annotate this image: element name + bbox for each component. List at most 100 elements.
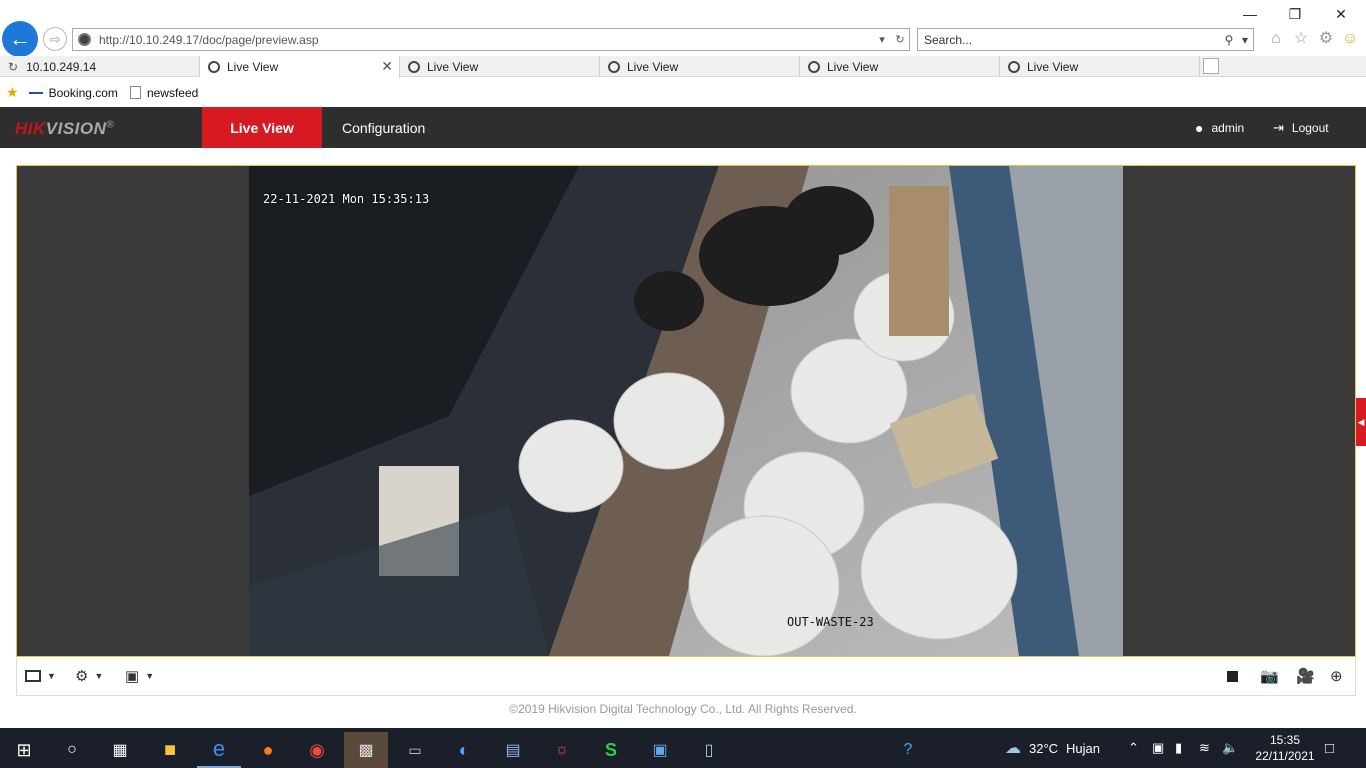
search-dropdown-icon[interactable]: ▾ bbox=[1237, 33, 1253, 47]
tab-1[interactable]: ↻ 10.10.249.14 bbox=[0, 56, 200, 77]
forward-button[interactable]: ⇨ bbox=[43, 27, 67, 51]
zoom-in-icon: ⊕ bbox=[1330, 668, 1343, 685]
chrome-button[interactable]: ◉ bbox=[295, 732, 339, 768]
dropdown-icon[interactable]: ▾ bbox=[873, 33, 891, 46]
windows-logo-icon: ⊞ bbox=[16, 739, 32, 760]
plugin-button[interactable]: ▣ ▼ bbox=[125, 667, 154, 685]
task-view-icon: ▦ bbox=[112, 742, 128, 759]
chevron-left-icon: ◀ bbox=[1357, 416, 1365, 427]
task-view-button[interactable]: ▦ bbox=[98, 732, 142, 768]
camera-feed[interactable]: 22-11-2021 Mon 15:35:13 OUT-WASTE-23 bbox=[249, 166, 1123, 656]
minimize-button[interactable]: — bbox=[1235, 4, 1265, 24]
nav-configuration[interactable]: Configuration bbox=[342, 107, 425, 148]
meet-now-icon[interactable]: ▣ bbox=[1152, 740, 1164, 756]
clock-date: 22/11/2021 bbox=[1255, 749, 1315, 763]
battery-icon[interactable]: ▮ bbox=[1175, 740, 1182, 756]
tab-favicon-icon bbox=[408, 60, 420, 73]
terminal-icon: ▭ bbox=[408, 741, 422, 758]
chevron-down-icon: ▼ bbox=[145, 671, 155, 681]
hikvision-logo: HIKVISION® bbox=[15, 119, 115, 138]
satellite-icon: ☼ bbox=[554, 741, 570, 758]
logout-icon: ⇥ bbox=[1273, 119, 1284, 135]
browser-tab-bar: ↻ 10.10.249.14 Live View ✕ Live View Liv… bbox=[0, 56, 1366, 78]
help-button[interactable]: ? bbox=[886, 732, 930, 768]
remote-desktop-icon: ▤ bbox=[505, 742, 521, 759]
spreadsheet-app-button[interactable]: S bbox=[589, 732, 633, 768]
spreadsheet-icon: S bbox=[604, 739, 617, 760]
record-button[interactable]: 🎥 bbox=[1296, 667, 1315, 685]
weather-widget[interactable]: ☁ 32°C Hujan bbox=[1005, 728, 1100, 768]
tab-favicon-icon bbox=[808, 60, 820, 73]
close-tab-icon[interactable]: ✕ bbox=[381, 58, 393, 75]
tab-3[interactable]: Live View bbox=[400, 56, 600, 77]
arrow-left-icon: ← bbox=[9, 26, 31, 51]
internet-explorer-button[interactable]: e bbox=[197, 732, 241, 768]
stream-icon: ⚙ bbox=[75, 668, 89, 685]
help-icon: ? bbox=[903, 741, 913, 758]
taskbar-clock[interactable]: 15:35 22/11/2021 bbox=[1255, 732, 1315, 764]
search-input[interactable]: Search... bbox=[924, 33, 1221, 47]
search-box[interactable]: Search... ⚲ ▾ bbox=[917, 28, 1254, 51]
capture-button[interactable]: 📷 bbox=[1260, 667, 1279, 685]
favorites-star-icon[interactable]: ☆ bbox=[1291, 29, 1311, 49]
firefox-button[interactable]: ● bbox=[246, 732, 290, 768]
window-layout-button[interactable]: ▼ bbox=[25, 667, 56, 685]
address-bar[interactable]: http://10.10.249.17/doc/page/preview.asp… bbox=[72, 28, 910, 51]
user-icon: ● bbox=[1195, 119, 1204, 136]
tab-4[interactable]: Live View bbox=[600, 56, 800, 77]
network-app-button[interactable]: ▩ bbox=[344, 732, 388, 768]
tab-5[interactable]: Live View bbox=[800, 56, 1000, 77]
stop-icon bbox=[1227, 670, 1238, 682]
booking-icon bbox=[28, 91, 43, 94]
smiley-feedback-icon[interactable]: ☺ bbox=[1340, 29, 1360, 49]
app-icon: ◐ bbox=[458, 739, 470, 760]
restore-button[interactable]: ❐ bbox=[1280, 4, 1310, 24]
show-hidden-icons-chevron-icon[interactable]: ⌃ bbox=[1128, 740, 1139, 756]
new-tab-button[interactable] bbox=[1203, 58, 1219, 74]
camera-icon: 📷 bbox=[1260, 668, 1279, 685]
chevron-down-icon: ▼ bbox=[47, 671, 56, 681]
copyright-footer: ©2019 Hikvision Digital Technology Co., … bbox=[509, 702, 857, 716]
osd-timestamp: 22-11-2021 Mon 15:35:13 bbox=[263, 192, 430, 206]
file-explorer-button[interactable]: ■ bbox=[148, 732, 192, 768]
contacts-icon: ▣ bbox=[652, 742, 668, 759]
address-url[interactable]: http://10.10.249.17/doc/page/preview.asp bbox=[99, 33, 873, 47]
contacts-app-button[interactable]: ▣ bbox=[638, 732, 682, 768]
nav-live-view[interactable]: Live View bbox=[202, 107, 322, 148]
add-favorite-star-icon[interactable]: ★ bbox=[6, 84, 19, 101]
weather-temp: 32°C bbox=[1029, 740, 1059, 756]
tab-6[interactable]: Live View bbox=[1000, 56, 1200, 77]
remote-desktop-button[interactable]: ▤ bbox=[491, 732, 535, 768]
terminal-button[interactable]: ▭ bbox=[393, 732, 437, 768]
internet-explorer-icon: e bbox=[212, 736, 226, 761]
search-taskbar-button[interactable]: ○ bbox=[50, 732, 94, 768]
satellite-app-button[interactable]: ☼ bbox=[540, 732, 584, 768]
notification-center-icon[interactable]: □ bbox=[1325, 740, 1334, 757]
close-window-button[interactable]: ✕ bbox=[1326, 4, 1356, 24]
logout-button[interactable]: ⇥ Logout bbox=[1273, 107, 1329, 148]
network-app-icon: ▩ bbox=[358, 742, 374, 759]
ptz-panel-toggle[interactable]: ◀ bbox=[1356, 398, 1366, 446]
digital-zoom-button[interactable]: ⊕ bbox=[1330, 667, 1343, 685]
stop-all-button[interactable] bbox=[1227, 667, 1238, 685]
start-button[interactable]: ⊞ bbox=[2, 732, 46, 768]
window-layout-icon bbox=[25, 670, 41, 682]
favorite-booking[interactable]: Booking.com bbox=[28, 86, 118, 100]
volume-icon[interactable]: 🔈 bbox=[1222, 740, 1238, 756]
video-viewer[interactable]: 22-11-2021 Mon 15:35:13 OUT-WASTE-23 bbox=[16, 165, 1356, 657]
plugin-icon: ▣ bbox=[125, 668, 140, 685]
app-button[interactable]: ◐ bbox=[442, 732, 486, 768]
settings-gear-icon[interactable]: ⚙ bbox=[1316, 29, 1336, 49]
favorite-newsfeed[interactable]: newsfeed bbox=[129, 86, 198, 100]
back-button[interactable]: ← bbox=[2, 21, 38, 57]
notes-app-button[interactable]: ▯ bbox=[687, 732, 731, 768]
refresh-icon[interactable]: ↻ bbox=[891, 33, 909, 46]
home-icon[interactable]: ⌂ bbox=[1266, 29, 1286, 49]
search-icon[interactable]: ⚲ bbox=[1221, 33, 1237, 47]
wifi-icon[interactable]: ≋ bbox=[1199, 740, 1210, 756]
tab-2[interactable]: Live View ✕ bbox=[200, 56, 400, 78]
user-menu[interactable]: ● admin bbox=[1195, 107, 1244, 148]
stream-type-button[interactable]: ⚙ ▼ bbox=[75, 667, 103, 685]
loading-icon: ↻ bbox=[8, 59, 19, 74]
tab-label: Live View bbox=[627, 59, 679, 74]
